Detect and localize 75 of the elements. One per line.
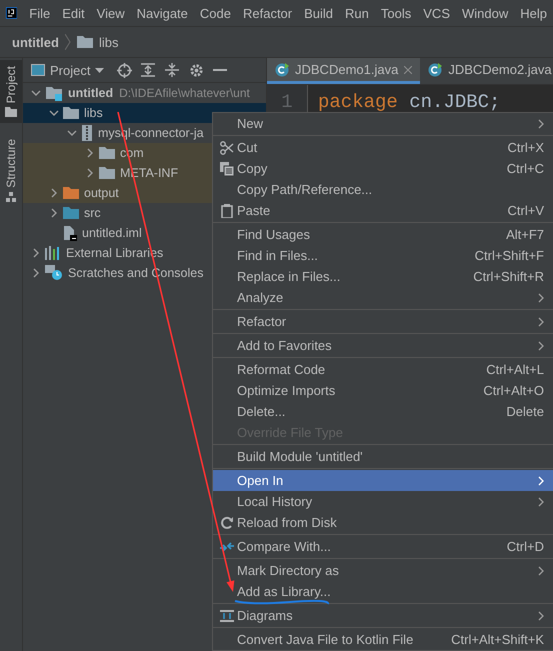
menu-item[interactable]: Add to Favorites [213,335,553,356]
tree-item-label: libs [84,106,103,120]
menu-item[interactable]: Open In [213,470,553,491]
menu-item[interactable]: Analyze [213,287,553,308]
breadcrumb-item[interactable]: libs [98,34,118,50]
menu-item[interactable]: Build Module 'untitled' [213,446,553,467]
menu-item[interactable]: Reformat Code Ctrl+Alt+L [213,359,553,380]
folder-icon [99,166,115,180]
tree-item-label: untitled [68,86,114,100]
menu-item[interactable]: Local History [213,491,553,512]
menu-item[interactable]: Find Usages Alt+F7 [213,224,553,245]
menu-item[interactable]: Diagrams [213,605,553,626]
java-class-icon [428,62,442,76]
menu-item[interactable]: Reload from Disk [213,512,553,533]
code-line: package cn.JDBC; [317,90,500,113]
menu-title[interactable]: Code [194,6,237,20]
tool-window-tab[interactable]: Structure [0,133,22,208]
folder-icon [63,206,79,220]
copy-icon [220,162,234,176]
structure-icon [6,192,16,202]
folder-icon [63,106,79,120]
module-path: D:\IDEAfile\whatever\unt [119,86,250,100]
menu-title[interactable]: Build [298,6,340,20]
menu-item[interactable]: Refactor [213,311,553,332]
clipboard-icon [221,204,233,218]
refresh-icon [220,516,234,530]
menu-title[interactable]: Window [456,6,514,20]
menu-title[interactable]: Run [339,6,375,20]
menu-title[interactable]: Navigate [130,6,194,20]
menu-item[interactable]: Mark Directory as [213,560,553,581]
scissors-icon [220,140,234,154]
folder-icon [76,35,93,49]
menu-title[interactable]: Help [514,6,553,20]
tree-item-label: src [84,206,101,220]
breadcrumb-item[interactable]: untitled [12,34,59,50]
view-selector[interactable]: Project [31,62,104,78]
menu-title[interactable]: File [23,6,56,20]
caret-icon [95,68,104,72]
collapse-all-icon[interactable] [164,62,180,78]
diagram-icon [220,610,234,622]
tree-item-label: output [84,186,119,200]
menu-item[interactable]: Delete... Delete [213,401,553,422]
folder-icon [63,186,79,200]
locate-icon[interactable] [116,62,132,78]
folder-icon [99,146,115,160]
java-class-icon [275,62,289,76]
close-icon[interactable] [404,66,412,74]
tool-window-tab[interactable]: Project [0,60,22,124]
menu-item[interactable]: Add as Library... [213,581,553,602]
breadcrumb-separator-icon [64,34,71,50]
folder-icon [5,107,17,118]
scratch-clock-icon [45,265,63,281]
window-icon [31,64,45,76]
tree-row[interactable]: untitled D:\IDEAfile\whatever\unt [23,83,266,103]
menu-item[interactable]: Optimize Imports Ctrl+Alt+O [213,380,553,401]
menu-title[interactable]: Tools [374,6,418,20]
tree-item-label: untitled.iml [82,226,142,240]
module-folder-icon [45,85,63,101]
menu-title[interactable]: Refactor [236,6,298,20]
editor-tab[interactable]: JDBCDemo2.java [420,58,553,84]
file-icon [63,225,77,241]
menu-item[interactable]: Find in Files... Ctrl+Shift+F [213,245,553,266]
menu-item[interactable]: Compare With... Ctrl+D [213,536,553,557]
archive-icon [81,125,93,141]
expand-all-icon[interactable] [140,62,156,78]
menu-item[interactable]: Paste Ctrl+V [213,200,553,221]
editor-tab[interactable]: JDBCDemo1.java [267,58,420,84]
settings-icon[interactable] [188,62,204,78]
menu-item[interactable]: Replace in Files... Ctrl+Shift+R [213,266,553,287]
compare-arrows-icon [220,540,234,554]
menu-title[interactable]: Edit [56,6,91,20]
menu-title[interactable]: VCS [417,6,456,20]
menu-title[interactable]: View [90,6,131,20]
menu-item[interactable]: Convert Java File to Kotlin File Ctrl+Alt+Shift+K [213,629,553,650]
bar-chart-icon [45,246,61,260]
